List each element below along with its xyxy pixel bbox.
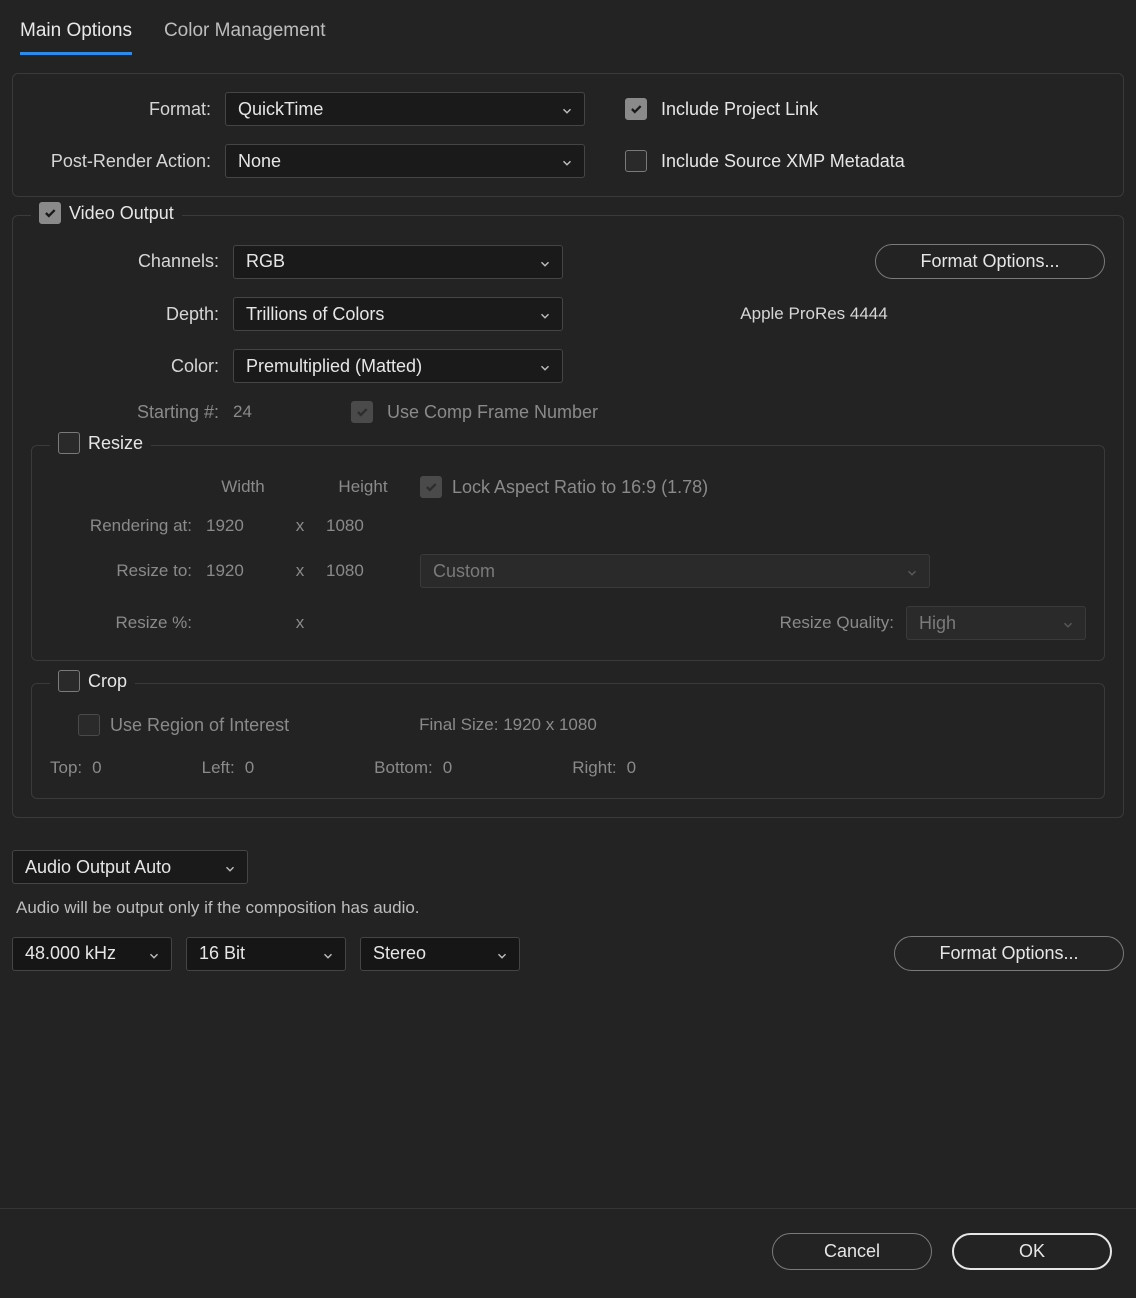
include-xmp-label: Include Source XMP Metadata bbox=[661, 151, 905, 172]
x-separator: x bbox=[280, 516, 320, 536]
roi-checkbox bbox=[78, 714, 100, 736]
resize-quality-value: High bbox=[919, 613, 956, 634]
include-project-link-checkbox[interactable] bbox=[625, 98, 647, 120]
audio-depth-select[interactable]: 16 Bit bbox=[186, 937, 346, 971]
chevron-down-icon bbox=[538, 359, 552, 373]
ok-button[interactable]: OK bbox=[952, 1233, 1112, 1270]
starting-value: 24 bbox=[233, 402, 293, 422]
channels-label: Channels: bbox=[31, 251, 219, 272]
resize-to-label: Resize to: bbox=[50, 561, 200, 581]
post-render-select[interactable]: None bbox=[225, 144, 585, 178]
chevron-down-icon bbox=[321, 947, 335, 961]
depth-label: Depth: bbox=[31, 304, 219, 325]
channels-select[interactable]: RGB bbox=[233, 245, 563, 279]
final-size-text: Final Size: 1920 x 1080 bbox=[419, 715, 597, 735]
include-xmp-checkbox[interactable] bbox=[625, 150, 647, 172]
include-project-link-label: Include Project Link bbox=[661, 99, 818, 120]
audio-rate-value: 48.000 kHz bbox=[25, 943, 116, 964]
resize-quality-label: Resize Quality: bbox=[780, 613, 894, 633]
resize-preset-select: Custom bbox=[420, 554, 930, 588]
audio-channels-value: Stereo bbox=[373, 943, 426, 964]
resize-quality-select: High bbox=[906, 606, 1086, 640]
chevron-down-icon bbox=[223, 860, 237, 874]
chevron-down-icon bbox=[147, 947, 161, 961]
chevron-down-icon bbox=[1061, 616, 1075, 630]
crop-left-label: Left: bbox=[202, 758, 235, 777]
audio-format-options-button[interactable]: Format Options... bbox=[894, 936, 1124, 971]
crop-label: Crop bbox=[88, 671, 127, 692]
x-separator: x bbox=[280, 613, 320, 633]
resize-pct-label: Resize %: bbox=[50, 613, 200, 633]
chevron-down-icon bbox=[538, 307, 552, 321]
format-select[interactable]: QuickTime bbox=[225, 92, 585, 126]
chevron-down-icon bbox=[495, 947, 509, 961]
rendering-width: 1920 bbox=[200, 516, 280, 536]
channels-value: RGB bbox=[246, 251, 285, 272]
starting-label: Starting #: bbox=[31, 402, 219, 423]
resize-width: 1920 bbox=[200, 561, 280, 581]
audio-channels-select[interactable]: Stereo bbox=[360, 937, 520, 971]
dialog-footer: Cancel OK bbox=[0, 1208, 1136, 1298]
depth-select[interactable]: Trillions of Colors bbox=[233, 297, 563, 331]
lock-aspect-checkbox bbox=[420, 476, 442, 498]
crop-right-label: Right: bbox=[572, 758, 616, 777]
resize-preset-value: Custom bbox=[433, 561, 495, 582]
format-section: Format: QuickTime Include Project Link P… bbox=[12, 73, 1124, 197]
post-render-value: None bbox=[238, 151, 281, 172]
resize-label: Resize bbox=[88, 433, 143, 454]
video-format-options-button[interactable]: Format Options... bbox=[875, 244, 1105, 279]
chevron-down-icon bbox=[560, 102, 574, 116]
crop-bottom-label: Bottom: bbox=[374, 758, 433, 777]
crop-top-value: 0 bbox=[92, 758, 101, 777]
use-comp-frame-checkbox bbox=[351, 401, 373, 423]
format-label: Format: bbox=[31, 99, 211, 120]
roi-label: Use Region of Interest bbox=[110, 715, 289, 736]
width-header: Width bbox=[200, 477, 280, 497]
post-render-label: Post-Render Action: bbox=[31, 151, 211, 172]
format-select-value: QuickTime bbox=[238, 99, 323, 120]
tab-color-management[interactable]: Color Management bbox=[164, 14, 326, 55]
crop-left-value: 0 bbox=[245, 758, 254, 777]
codec-text: Apple ProRes 4444 bbox=[577, 304, 1051, 324]
chevron-down-icon bbox=[560, 154, 574, 168]
tab-main-options[interactable]: Main Options bbox=[20, 14, 132, 55]
audio-mode-value: Audio Output Auto bbox=[25, 857, 171, 878]
depth-value: Trillions of Colors bbox=[246, 304, 384, 325]
chevron-down-icon bbox=[538, 255, 552, 269]
resize-height: 1080 bbox=[320, 561, 400, 581]
rendering-at-label: Rendering at: bbox=[50, 516, 200, 536]
chevron-down-icon bbox=[905, 564, 919, 578]
video-output-checkbox[interactable] bbox=[39, 202, 61, 224]
crop-checkbox[interactable] bbox=[58, 670, 80, 692]
rendering-height: 1080 bbox=[320, 516, 400, 536]
lock-aspect-label: Lock Aspect Ratio to 16:9 (1.78) bbox=[452, 477, 708, 498]
crop-right-value: 0 bbox=[627, 758, 636, 777]
video-output-label: Video Output bbox=[69, 203, 174, 224]
crop-group: Crop Use Region of Interest Final Size: … bbox=[31, 683, 1105, 799]
audio-depth-value: 16 Bit bbox=[199, 943, 245, 964]
resize-checkbox[interactable] bbox=[58, 432, 80, 454]
color-label: Color: bbox=[31, 356, 219, 377]
color-select[interactable]: Premultiplied (Matted) bbox=[233, 349, 563, 383]
color-value: Premultiplied (Matted) bbox=[246, 356, 422, 377]
audio-note: Audio will be output only if the composi… bbox=[16, 898, 1124, 918]
audio-section: Audio Output Auto Audio will be output o… bbox=[10, 850, 1126, 971]
crop-bottom-value: 0 bbox=[443, 758, 452, 777]
audio-rate-select[interactable]: 48.000 kHz bbox=[12, 937, 172, 971]
resize-group: Resize Width Height Lock Aspect Ratio to… bbox=[31, 445, 1105, 661]
crop-top-label: Top: bbox=[50, 758, 82, 777]
video-output-section: Video Output Channels: RGB Format Option… bbox=[12, 215, 1124, 818]
audio-mode-select[interactable]: Audio Output Auto bbox=[12, 850, 248, 884]
x-separator: x bbox=[280, 561, 320, 581]
use-comp-frame-label: Use Comp Frame Number bbox=[387, 402, 598, 423]
height-header: Height bbox=[320, 477, 400, 497]
cancel-button[interactable]: Cancel bbox=[772, 1233, 932, 1270]
